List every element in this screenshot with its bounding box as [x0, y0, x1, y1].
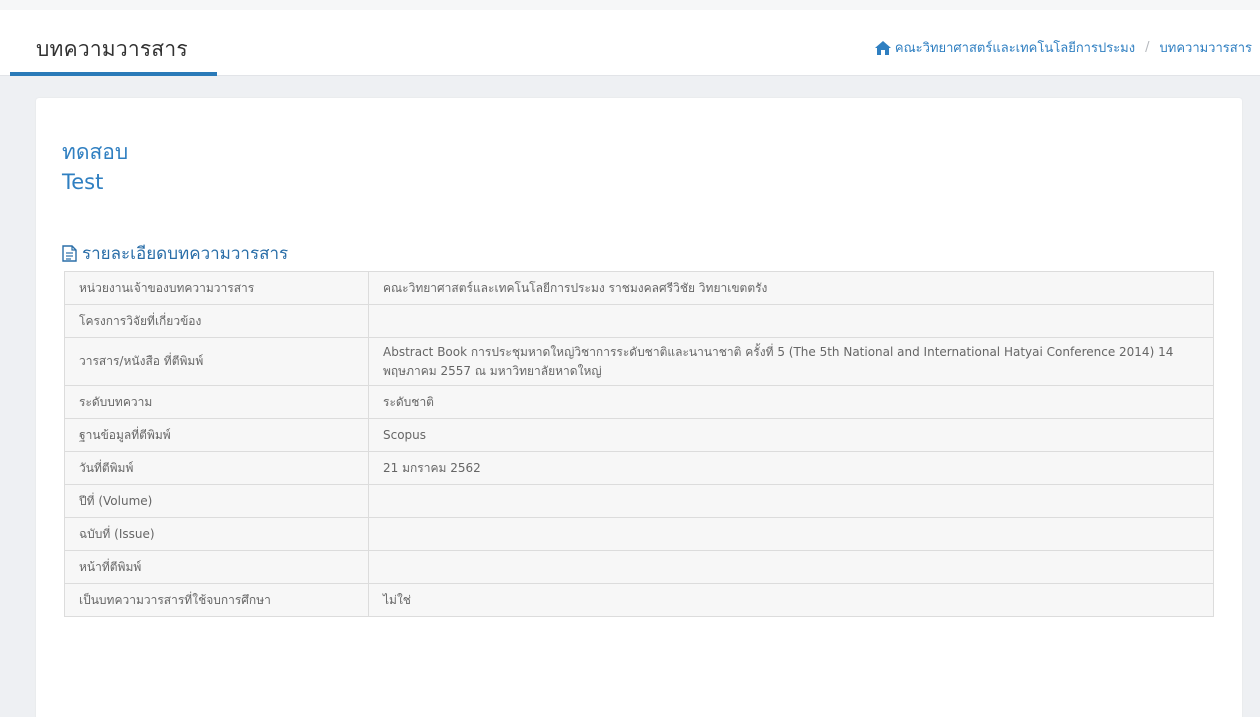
active-tab-indicator	[10, 72, 217, 76]
table-row: เป็นบทความวารสารที่ใช้จบการศึกษา ไม่ใช่	[64, 583, 1214, 617]
row-label: ระดับบทความ	[64, 385, 369, 419]
row-value: ไม่ใช่	[368, 583, 1214, 617]
top-header: บทความวารสาร คณะวิทยาศาสตร์และเทคโนโลยีก…	[0, 0, 1260, 76]
table-row: ปีที่ (Volume)	[64, 484, 1214, 518]
row-value	[368, 304, 1214, 338]
table-row: หน้าที่ตีพิมพ์	[64, 550, 1214, 584]
table-row: ฐานข้อมูลที่ตีพิมพ์ Scopus	[64, 418, 1214, 452]
row-label: เป็นบทความวารสารที่ใช้จบการศึกษา	[64, 583, 369, 617]
table-row: ฉบับที่ (Issue)	[64, 517, 1214, 551]
breadcrumb-home-link[interactable]: คณะวิทยาศาสตร์และเทคโนโลยีการประมง	[895, 37, 1135, 58]
section-heading-label: รายละเอียดบทความวารสาร	[82, 244, 289, 264]
breadcrumb: คณะวิทยาศาสตร์และเทคโนโลยีการประมง / บทค…	[874, 37, 1253, 58]
article-title-th: ทดสอบ	[62, 140, 129, 164]
row-label: ปีที่ (Volume)	[64, 484, 369, 518]
row-value: ระดับชาติ	[368, 385, 1214, 419]
details-table: หน่วยงานเจ้าของบทความวารสาร คณะวิทยาศาสต…	[64, 271, 1214, 617]
page-title: บทความวารสาร	[36, 37, 188, 61]
home-icon[interactable]	[874, 40, 891, 55]
row-label: วันที่ตีพิมพ์	[64, 451, 369, 485]
table-row: วันที่ตีพิมพ์ 21 มกราคม 2562	[64, 451, 1214, 485]
row-label: ฐานข้อมูลที่ตีพิมพ์	[64, 418, 369, 452]
row-value: Scopus	[368, 418, 1214, 452]
row-value	[368, 550, 1214, 584]
table-row: วารสาร/หนังสือ ที่ตีพิมพ์ Abstract Book …	[64, 337, 1214, 386]
row-label: โครงการวิจัยที่เกี่ยวข้อง	[64, 304, 369, 338]
row-label: วารสาร/หนังสือ ที่ตีพิมพ์	[64, 337, 369, 386]
article-title-en: Test	[62, 170, 104, 194]
breadcrumb-separator: /	[1145, 40, 1150, 55]
row-label: ฉบับที่ (Issue)	[64, 517, 369, 551]
breadcrumb-current: บทความวารสาร	[1159, 41, 1253, 56]
row-value	[368, 517, 1214, 551]
article-card: ทดสอบ Test รายละเอียดบทความวารสาร หน่วยง…	[36, 98, 1242, 717]
row-value	[368, 484, 1214, 518]
row-value: Abstract Book การประชุมหาดใหญ่วิชาการระด…	[368, 337, 1214, 386]
table-row: โครงการวิจัยที่เกี่ยวข้อง	[64, 304, 1214, 338]
table-row: ระดับบทความ ระดับชาติ	[64, 385, 1214, 419]
row-label: หน้าที่ตีพิมพ์	[64, 550, 369, 584]
document-icon	[62, 245, 77, 262]
section-heading: รายละเอียดบทความวารสาร	[62, 240, 288, 267]
row-value: คณะวิทยาศาสตร์และเทคโนโลยีการประมง ราชมง…	[368, 271, 1214, 305]
top-strip	[0, 0, 1260, 10]
table-row: หน่วยงานเจ้าของบทความวารสาร คณะวิทยาศาสต…	[64, 271, 1214, 305]
row-label: หน่วยงานเจ้าของบทความวารสาร	[64, 271, 369, 305]
row-value: 21 มกราคม 2562	[368, 451, 1214, 485]
